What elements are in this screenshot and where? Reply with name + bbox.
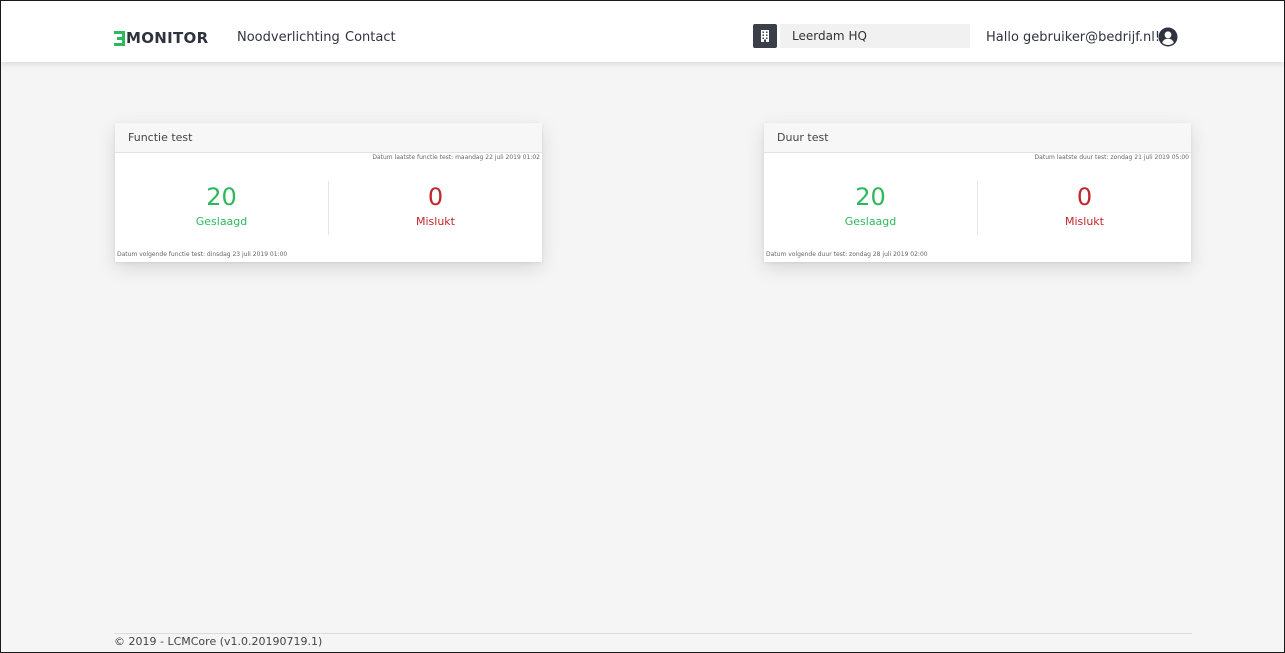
failed-count: 0 (1076, 183, 1093, 211)
last-test-date: Datum laatste functie test: maandag 22 j… (372, 154, 540, 161)
last-test-date: Datum laatste duur test: zondag 21 juli … (1034, 154, 1189, 161)
failed-count: 0 (427, 183, 444, 211)
card-title: Duur test (764, 123, 1191, 153)
location-select[interactable]: Leerdam HQ (780, 24, 970, 48)
nav-link-contact[interactable]: Contact (345, 29, 396, 47)
failed-label: Mislukt (1065, 215, 1104, 228)
next-test-date: Datum volgende duur test: zondag 28 juli… (766, 251, 928, 258)
passed-stat: 20 Geslaagd (764, 183, 977, 230)
user-greeting: Hallo gebruiker@bedrijf.nl! (986, 30, 1161, 45)
user-circle-icon[interactable] (1158, 27, 1178, 47)
logo-icon (114, 30, 125, 46)
card-functie-test: Functie test Datum laatste functie test:… (115, 123, 542, 262)
failed-label: Mislukt (416, 215, 455, 228)
passed-label: Geslaagd (195, 215, 248, 228)
logo-text: MONITOR (126, 29, 209, 47)
card-title: Functie test (115, 123, 542, 153)
top-navbar: MONITOR Noodverlichting Contact Leerdam … (1, 1, 1284, 62)
passed-count: 20 (206, 183, 237, 211)
passed-label: Geslaagd (844, 215, 897, 228)
failed-stat: 0 Mislukt (978, 183, 1191, 230)
building-icon[interactable] (753, 24, 777, 48)
footer-copyright: © 2019 - LCMCore (v1.0.20190719.1) (114, 635, 323, 648)
brand-logo[interactable]: MONITOR (114, 28, 208, 48)
passed-count: 20 (855, 183, 886, 211)
next-test-date: Datum volgende functie test: dinsdag 23 … (117, 251, 288, 258)
failed-stat: 0 Mislukt (329, 183, 542, 230)
nav-link-noodverlichting[interactable]: Noodverlichting (237, 29, 340, 47)
card-duur-test: Duur test Datum laatste duur test: zonda… (764, 123, 1191, 262)
passed-stat: 20 Geslaagd (115, 183, 328, 230)
app-window: MONITOR Noodverlichting Contact Leerdam … (0, 0, 1285, 653)
